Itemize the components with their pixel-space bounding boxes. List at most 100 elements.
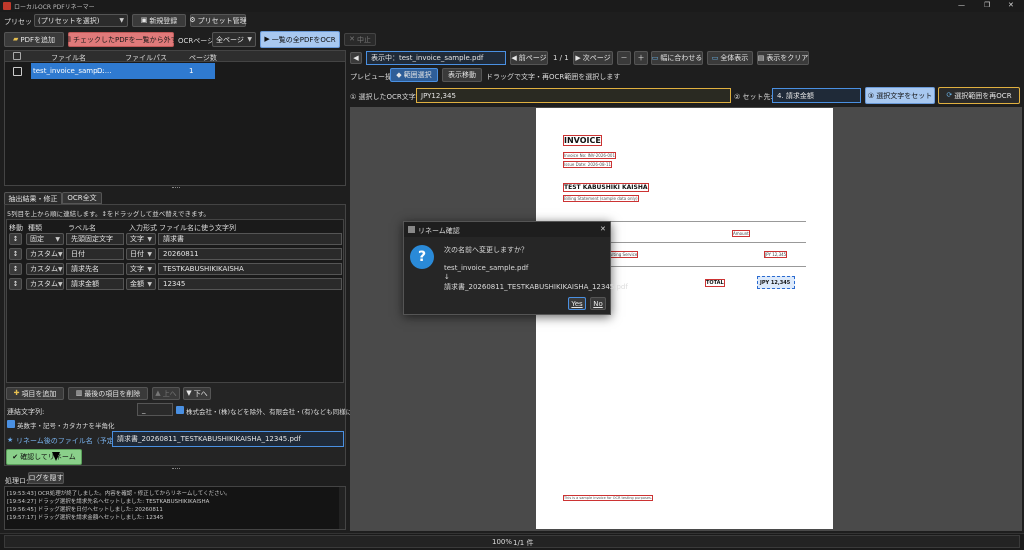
add-pdf-button[interactable]: ▰ PDFを追加 — [4, 32, 64, 47]
reocr-button[interactable]: ⟳ 選択範囲を再OCR — [938, 87, 1020, 104]
tab-ocr[interactable]: OCR全文 — [62, 192, 102, 204]
remove-checked-button[interactable]: ▤ チェックしたPDFを一覧から外す — [64, 32, 178, 47]
halfwidth-checkbox[interactable] — [7, 420, 15, 428]
next-page-button[interactable]: ▶ 次ページ — [573, 51, 613, 65]
format-value: 金額 — [130, 280, 144, 288]
add-pdf-label: PDFを追加 — [20, 35, 56, 44]
doc-company: TEST KABUSHIKI KAISHA — [563, 183, 649, 192]
drag-handle[interactable]: ↕ — [9, 233, 22, 245]
set-target-label: ② セット先: — [734, 93, 773, 101]
stop-button[interactable]: ✕ 中止 — [344, 33, 376, 46]
add-item-button[interactable]: ✚ 項目を追加 — [6, 387, 64, 400]
prev-page-label: 前ページ — [518, 54, 547, 62]
maximize-button[interactable]: ❐ — [984, 1, 990, 9]
select-all-checkbox[interactable] — [13, 52, 21, 60]
format-select[interactable]: 文字 ▼ — [126, 233, 156, 245]
log-line: [19:53:43] OCR処理が終了しました。内容を確認・修正してからリネーム… — [7, 491, 231, 497]
ocr-page-select[interactable]: 全ページ ▼ — [212, 32, 256, 47]
drag-handle-icon: ↕ — [12, 280, 19, 288]
confirm-rename-button[interactable]: ✔ 確認してリネーム — [6, 449, 82, 465]
kind-select[interactable]: カスタム ▼ — [26, 248, 64, 260]
play-icon: ▶ — [264, 35, 270, 43]
kind-value: 固定 — [30, 235, 44, 243]
log-scrollbar[interactable] — [339, 487, 345, 529]
value-input[interactable]: 12345 — [158, 278, 342, 290]
col-move: 移動 — [9, 224, 23, 232]
splitter-handle[interactable] — [172, 468, 180, 470]
row-checkbox[interactable] — [13, 67, 22, 76]
dialog-app-icon — [408, 226, 415, 233]
move-up-button[interactable]: ▲ 上へ — [152, 387, 180, 400]
label-input[interactable]: 先頭固定文字 — [66, 233, 124, 245]
label-input[interactable]: 請求先名 — [66, 263, 124, 275]
hide-log-button[interactable]: ログを隠す — [28, 472, 64, 484]
move-view-label: 表示移動 — [448, 71, 476, 79]
save-icon: ▣ — [140, 16, 148, 24]
dialog-new-name: 請求書_20260811_TESTKABUSHIKIKAISHA_12345.p… — [444, 283, 628, 291]
label-input[interactable]: 日付 — [66, 248, 124, 260]
remove-corp-label: 株式会社・(株)などを除外、有限会社・(有)なども同様に変換 — [186, 408, 366, 416]
range-select-button[interactable]: ◆ 範囲選択 — [390, 68, 438, 82]
drag-handle[interactable]: ↕ — [9, 248, 22, 260]
kind-select[interactable]: 固定 ▼ — [26, 233, 64, 245]
minimize-button[interactable]: — — [958, 1, 965, 9]
check-icon: ✔ — [12, 452, 19, 461]
fit-all-button[interactable]: ▭ 全体表示 — [707, 51, 753, 65]
extract-hint: 5列目を上から順に連結します。↕をドラッグして並べ替えできます。 — [7, 210, 210, 218]
dialog-close-button[interactable]: ✕ — [600, 225, 606, 233]
viewer-back-button[interactable]: ◀ — [350, 52, 362, 64]
preset-select[interactable]: (プリセットを選択) ▼ — [34, 14, 128, 27]
label-input[interactable]: 請求金額 — [66, 278, 124, 290]
delete-last-button[interactable]: ▥ 最後の項目を削除 — [68, 387, 148, 400]
row-pages: 1 — [189, 67, 194, 75]
manage-preset-button[interactable]: ⚙ プリセット管理 — [189, 14, 247, 27]
status-zoom: 100% — [492, 538, 513, 546]
set-text-button[interactable]: ③ 選択文字をセット — [865, 87, 935, 104]
prev-page-button[interactable]: ◀ 前ページ — [510, 51, 548, 65]
format-select[interactable]: 金額 ▼ — [126, 278, 156, 290]
yes-button[interactable]: Yes — [568, 297, 586, 310]
format-select[interactable]: 日付 ▼ — [126, 248, 156, 260]
value-input[interactable]: 20260811 — [158, 248, 342, 260]
preset-select-value: (プリセットを選択) — [38, 16, 100, 25]
ocr-all-button[interactable]: ▶ 一覧の全PDFをOCR — [260, 31, 340, 48]
clear-view-button[interactable]: ▤ 表示をクリア — [757, 51, 809, 65]
dialog-titlebar: リネーム確認 ✕ — [404, 222, 610, 237]
ocr-text-field[interactable]: JPY12,345 — [416, 88, 731, 103]
format-select[interactable]: 文字 ▼ — [126, 263, 156, 275]
drag-handle[interactable]: ↕ — [9, 263, 22, 275]
splitter-handle[interactable] — [172, 187, 180, 189]
no-button[interactable]: No — [590, 297, 606, 310]
tab-extract[interactable]: 抽出結果・修正 — [4, 192, 62, 204]
move-view-button[interactable]: 表示移動 — [442, 68, 482, 82]
move-down-button[interactable]: ▼ 下へ — [183, 387, 211, 400]
status-count: 1/1 件 — [513, 539, 534, 547]
col-kind: 種類 — [28, 224, 42, 232]
pdf-page — [536, 108, 833, 529]
chevron-left-icon: ◀ — [511, 53, 517, 62]
zoom-in-button[interactable]: ＋ — [634, 51, 648, 65]
value-input[interactable]: TESTKABUSHIKIKAISHA — [158, 263, 342, 275]
join-input[interactable]: _ — [137, 403, 173, 416]
kind-select[interactable]: カスタム ▼ — [26, 263, 64, 275]
join-label: 連結文字列: — [7, 408, 45, 416]
set-target-select[interactable]: 4. 請求金額 — [772, 88, 861, 103]
new-preset-button[interactable]: ▣ 新規登録 — [132, 14, 186, 27]
drag-handle[interactable]: ↕ — [9, 278, 22, 290]
ocr-page-value: 全ページ — [216, 35, 244, 44]
doc-total-label: TOTAL — [705, 279, 725, 287]
chevron-down-icon: ▼ — [55, 235, 60, 243]
kind-value: カスタム — [30, 250, 58, 258]
remove-corp-checkbox[interactable] — [176, 406, 184, 414]
format-value: 日付 — [130, 250, 144, 258]
kind-value: カスタム — [30, 280, 58, 288]
add-item-label: 項目を追加 — [21, 389, 57, 398]
tab-extract-label: 抽出結果・修正 — [8, 194, 58, 203]
zoom-out-button[interactable]: － — [617, 51, 631, 65]
fit-width-button[interactable]: ▭ 幅に合わせる — [651, 51, 703, 65]
table-row[interactable]: test_invoice_samp... D:... 1 — [5, 63, 345, 79]
next-page-label: 次ページ — [582, 54, 611, 62]
value-input[interactable]: 請求書 — [158, 233, 342, 245]
kind-select[interactable]: カスタム ▼ — [26, 278, 64, 290]
close-window-button[interactable]: ✕ — [1008, 1, 1014, 9]
